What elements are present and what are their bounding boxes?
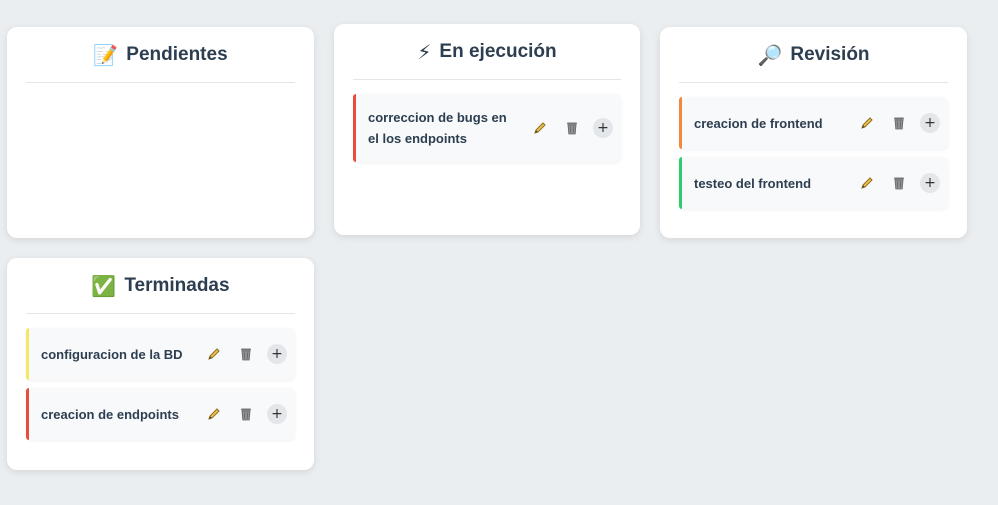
pencil-icon[interactable] <box>203 403 225 425</box>
task-text: creacion de frontend <box>694 115 823 131</box>
trash-icon[interactable] <box>888 172 910 194</box>
magnifier-icon: 🔎 <box>757 42 783 67</box>
task-card[interactable]: correccion de bugs en el los endpoints + <box>353 94 621 162</box>
trash-icon[interactable] <box>235 343 257 365</box>
check-icon: ✅ <box>91 273 117 298</box>
task-list: creacion de frontend + testeo del fronte… <box>679 83 948 209</box>
add-button[interactable]: + <box>593 118 613 138</box>
kanban-board: 📝 Pendientes ⚡ En ejecución correccion d… <box>0 0 998 505</box>
add-button[interactable]: + <box>267 404 287 424</box>
column-title: Terminadas <box>124 274 230 296</box>
column-header: ✅ Terminadas <box>26 258 295 314</box>
task-card[interactable]: configuracion de la BD + <box>26 328 295 380</box>
task-actions: + <box>203 343 287 365</box>
column-title: Pendientes <box>126 43 228 65</box>
task-actions: + <box>856 172 940 194</box>
task-actions: + <box>529 117 613 139</box>
trash-icon[interactable] <box>561 117 583 139</box>
task-text: configuracion de la BD <box>41 346 183 362</box>
column-pendientes: 📝 Pendientes <box>7 27 314 238</box>
task-card[interactable]: testeo del frontend + <box>679 157 948 209</box>
column-terminadas: ✅ Terminadas configuracion de la BD + cr… <box>7 258 314 470</box>
trash-icon[interactable] <box>235 403 257 425</box>
pencil-icon[interactable] <box>856 112 878 134</box>
task-text: creacion de endpoints <box>41 406 179 422</box>
column-header: 📝 Pendientes <box>26 27 295 83</box>
task-list: configuracion de la BD + creacion de end… <box>26 314 295 440</box>
column-en-ejecucion: ⚡ En ejecución correccion de bugs en el … <box>334 24 640 235</box>
column-title: Revisión <box>790 43 870 65</box>
task-text: correccion de bugs en el los endpoints <box>368 110 507 146</box>
task-card[interactable]: creacion de frontend + <box>679 97 948 149</box>
add-button[interactable]: + <box>920 173 940 193</box>
lightning-icon: ⚡ <box>417 39 432 64</box>
column-header: 🔎 Revisión <box>679 27 948 83</box>
task-card[interactable]: creacion de endpoints + <box>26 388 295 440</box>
pencil-icon[interactable] <box>856 172 878 194</box>
column-title: En ejecución <box>439 40 557 62</box>
task-text: testeo del frontend <box>694 175 812 191</box>
task-actions: + <box>856 112 940 134</box>
column-revision: 🔎 Revisión creacion de frontend + testeo… <box>660 27 967 238</box>
task-list <box>26 83 295 93</box>
add-button[interactable]: + <box>920 113 940 133</box>
pencil-icon[interactable] <box>203 343 225 365</box>
task-list: correccion de bugs en el los endpoints + <box>353 80 621 162</box>
memo-icon: 📝 <box>93 42 119 67</box>
task-actions: + <box>203 403 287 425</box>
add-button[interactable]: + <box>267 344 287 364</box>
column-header: ⚡ En ejecución <box>353 24 621 80</box>
trash-icon[interactable] <box>888 112 910 134</box>
pencil-icon[interactable] <box>529 117 551 139</box>
